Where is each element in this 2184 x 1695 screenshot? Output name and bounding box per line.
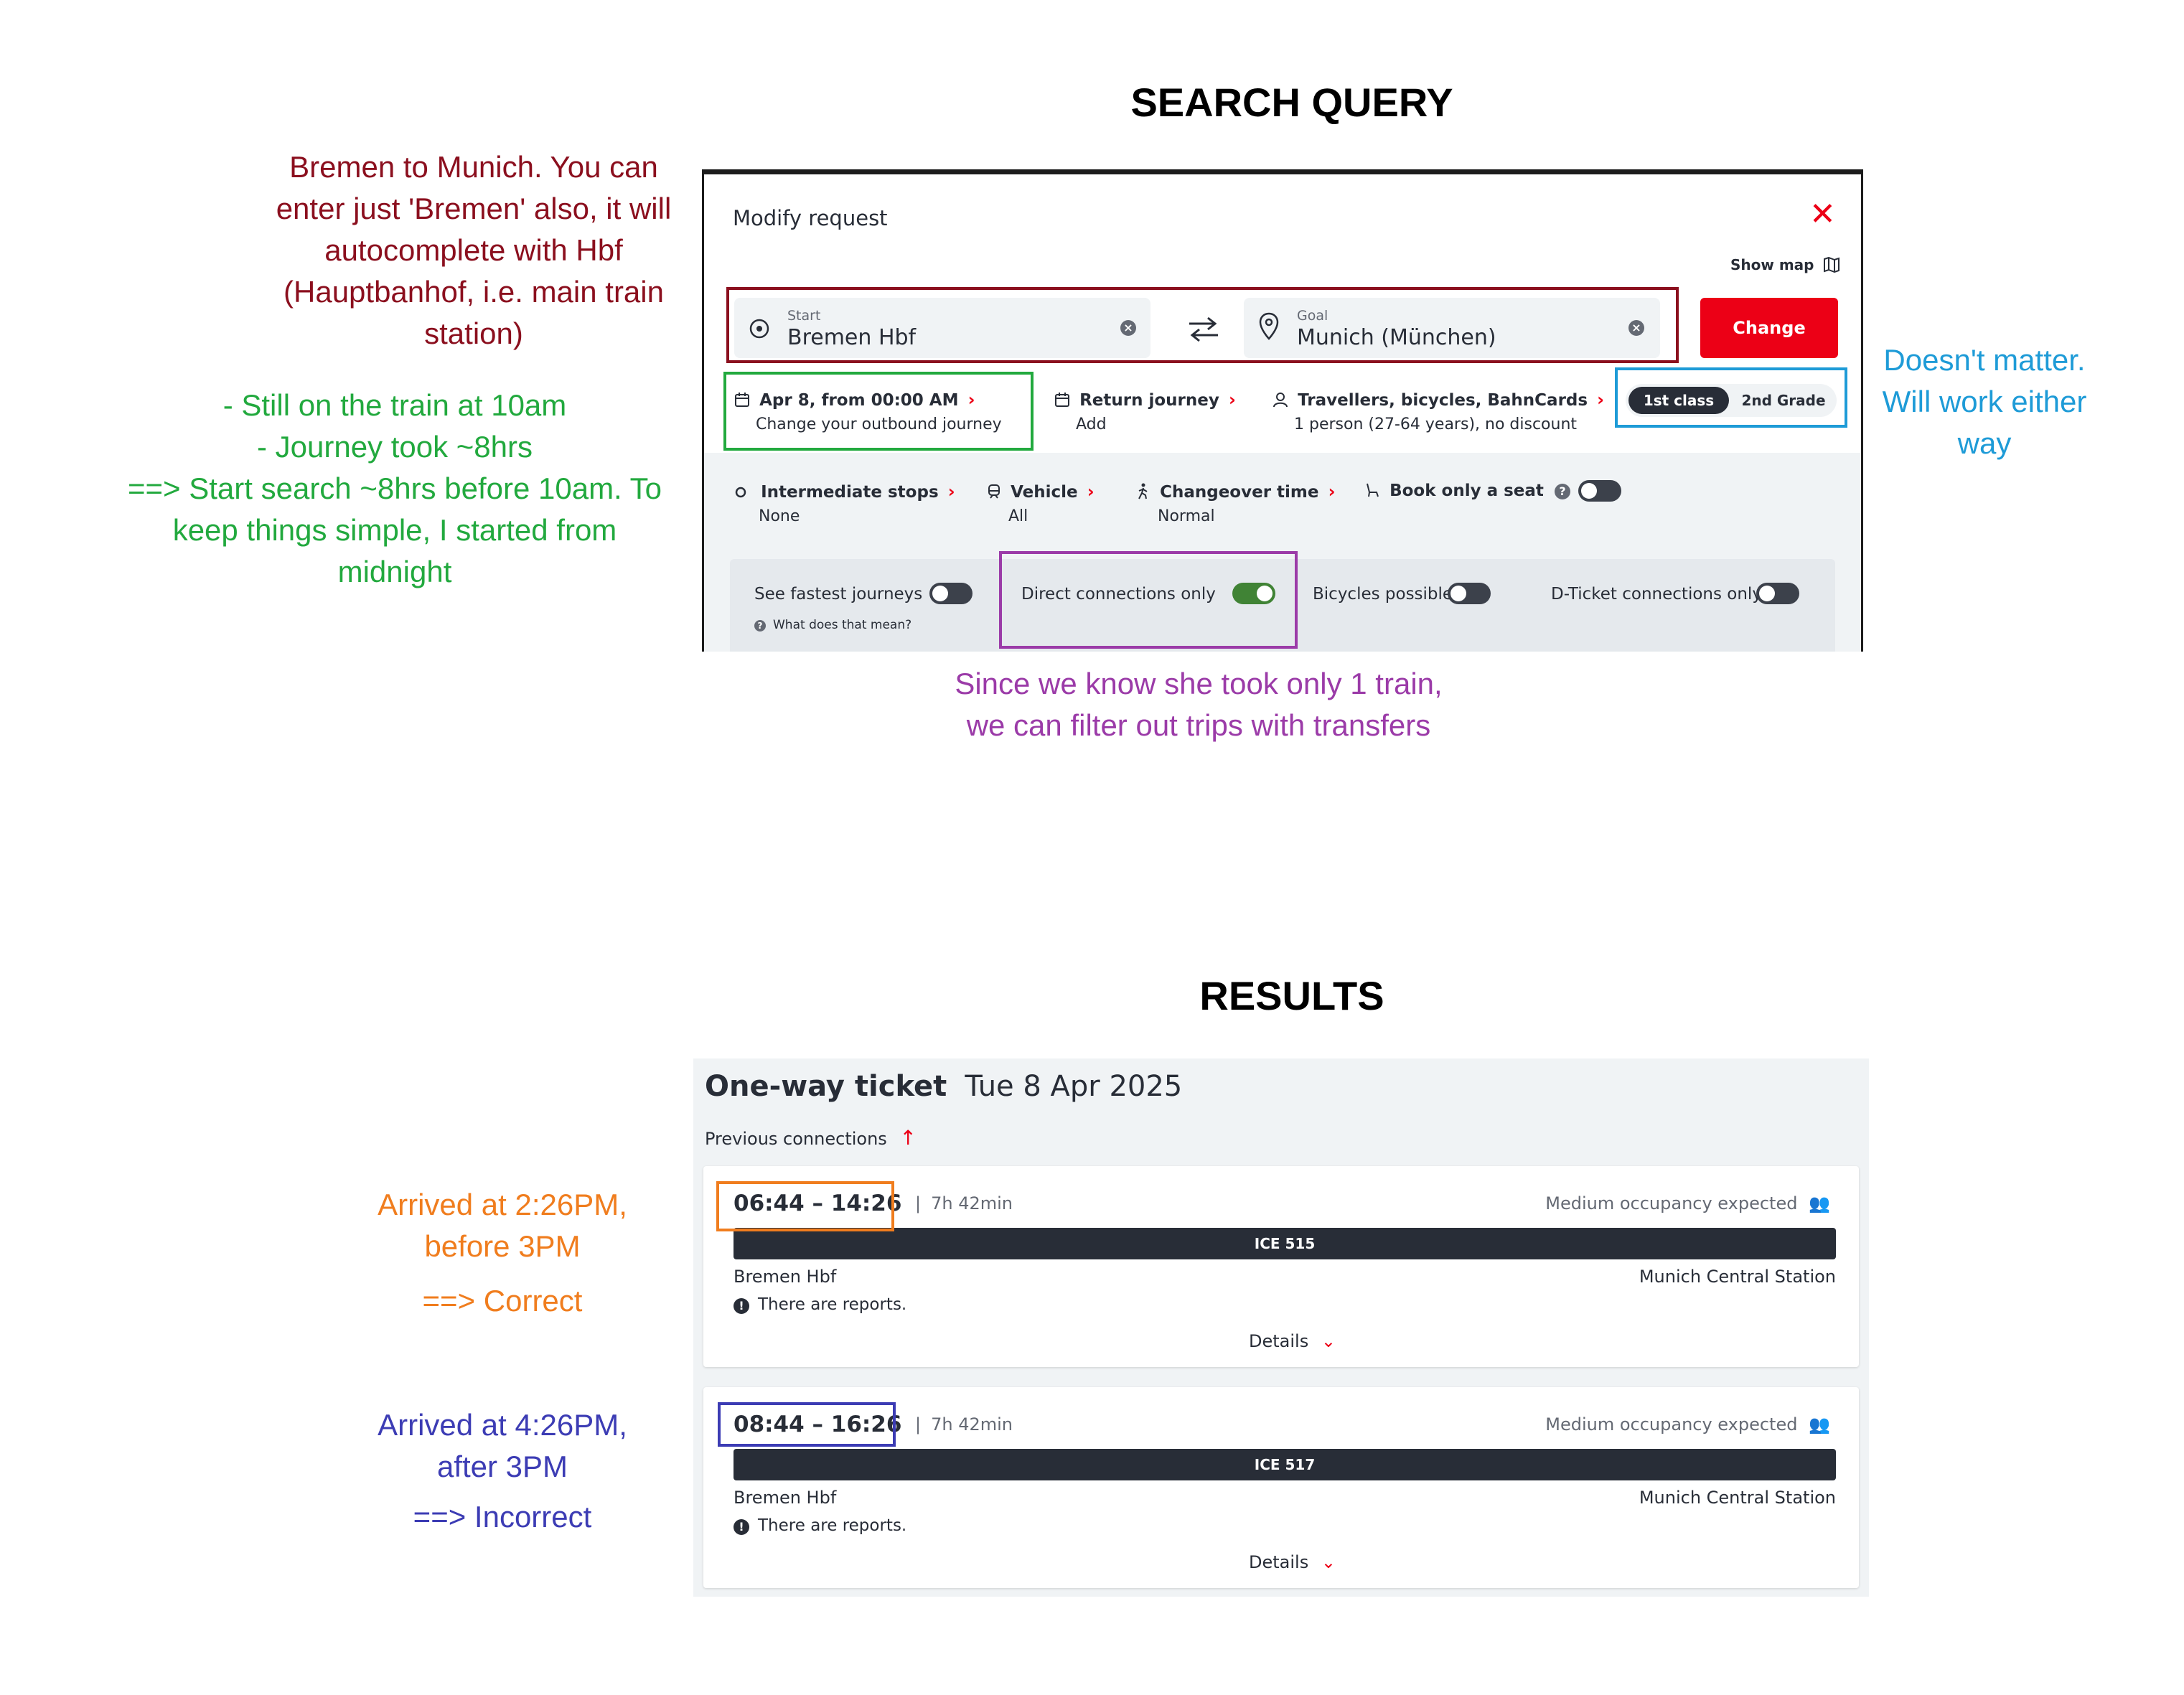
help-text: What does that mean? <box>773 618 912 632</box>
stops-sub: None <box>759 507 800 525</box>
destination-station: Munich Central Station <box>1639 1488 1836 1508</box>
separator: | <box>915 1193 922 1213</box>
result2-highlight-frame <box>718 1402 896 1447</box>
book-seat-toggle[interactable] <box>1578 480 1621 502</box>
previous-connections-label: Previous connections <box>705 1129 887 1149</box>
details-label: Details <box>1249 1331 1309 1351</box>
occupancy-icon: 👥 <box>1809 1414 1830 1435</box>
return-journey-picker[interactable]: Return journey › Add <box>1054 390 1236 433</box>
direct-annotation: Since we know she took only 1 train, we c… <box>955 667 1443 742</box>
show-map-link[interactable]: Show map <box>1730 256 1840 273</box>
change-button[interactable]: Change <box>1700 298 1838 358</box>
vehicle-title: Vehicle <box>1011 483 1078 502</box>
arrow-up-icon: ↑ <box>899 1126 917 1150</box>
class-annotation: Doesn't matter. Will work either way <box>1882 343 2087 460</box>
time-annotation: - Still on the train at 10am - Journey to… <box>127 388 662 588</box>
results-heading: RESULTS <box>1199 973 1384 1018</box>
bicycles-label: Bicycles possible <box>1313 585 1453 604</box>
details-toggle[interactable]: Details ⌄ <box>1249 1331 1336 1351</box>
previous-connections-link[interactable]: Previous connections ↑ <box>705 1126 917 1150</box>
walking-icon <box>1138 483 1148 499</box>
reports-notice: ! There are reports. <box>734 1516 906 1535</box>
chevron-right-icon: › <box>947 482 955 502</box>
travellers-sub: 1 person (27-64 years), no discount <box>1294 415 1578 433</box>
dticket-toggle[interactable] <box>1756 583 1799 604</box>
changeover-time-option[interactable]: Changeover time › Normal <box>1136 482 1335 525</box>
person-icon <box>1273 393 1288 408</box>
occupancy: Medium occupancy expected 👥 <box>1545 1193 1830 1213</box>
vehicle-option[interactable]: Vehicle › All <box>987 482 1095 525</box>
book-seat-option[interactable]: Book only a seat ? <box>1364 482 1571 500</box>
changeover-sub: Normal <box>1158 507 1215 525</box>
details-label: Details <box>1249 1552 1309 1572</box>
intermediate-stops-option[interactable]: Intermediate stops › None <box>734 482 955 525</box>
ticket-date: Tue 8 Apr 2025 <box>965 1070 1183 1103</box>
result1-annotation: Arrived at 2:26PM, before 3PM ==> Correct <box>378 1188 627 1318</box>
return-sub: Add <box>1076 415 1107 433</box>
dticket-label: D-Ticket connections only <box>1551 585 1762 604</box>
date-highlight-frame <box>723 372 1034 451</box>
results-header: One-way ticket Tue 8 Apr 2025 <box>705 1070 1182 1103</box>
result2-annotation: Arrived at 4:26PM, after 3PM ==> Incorrect <box>378 1408 627 1534</box>
occupancy-icon: 👥 <box>1809 1193 1830 1213</box>
what-does-that-mean-link[interactable]: ? What does that mean? <box>754 618 911 632</box>
details-toggle[interactable]: Details ⌄ <box>1249 1552 1336 1572</box>
reports-notice: ! There are reports. <box>734 1295 906 1314</box>
alert-icon: ! <box>734 1298 749 1314</box>
travellers-title: Travellers, bicycles, BahnCards <box>1298 391 1588 410</box>
origin-station: Bremen Hbf <box>734 1488 837 1508</box>
fastest-label: See fastest journeys <box>754 585 923 604</box>
occupancy: Medium occupancy expected 👥 <box>1545 1414 1830 1435</box>
results-panel: One-way ticket Tue 8 Apr 2025 Previous c… <box>693 1058 1869 1597</box>
chevron-right-icon: › <box>1087 482 1095 502</box>
changeover-title: Changeover time <box>1160 483 1319 502</box>
return-title: Return journey <box>1079 391 1219 410</box>
train-icon <box>988 484 1000 499</box>
route-highlight-frame <box>726 287 1679 363</box>
direct-highlight-frame <box>999 551 1298 649</box>
ticket-type: One-way ticket <box>705 1070 947 1103</box>
show-map-label: Show map <box>1730 256 1814 273</box>
alert-icon: ! <box>734 1519 749 1535</box>
calendar-icon <box>1055 393 1069 407</box>
chevron-right-icon: › <box>1597 390 1605 410</box>
train-bar[interactable]: ICE 517 <box>734 1449 1836 1480</box>
chevron-down-icon: ⌄ <box>1321 1552 1336 1572</box>
stops-title: Intermediate stops <box>761 483 939 502</box>
origin-station: Bremen Hbf <box>734 1267 837 1287</box>
map-icon <box>1824 256 1840 273</box>
close-icon[interactable]: ✕ <box>1809 199 1836 230</box>
seat-icon <box>1367 483 1379 497</box>
search-query-heading: SEARCH QUERY <box>1130 80 1453 125</box>
seat-title: Book only a seat <box>1389 482 1544 500</box>
separator: | <box>915 1414 922 1435</box>
travellers-picker[interactable]: Travellers, bicycles, BahnCards › 1 pers… <box>1273 390 1604 433</box>
connection-duration: | 7h 42min <box>915 1193 1013 1213</box>
chevron-down-icon: ⌄ <box>1321 1331 1336 1351</box>
route-annotation: Bremen to Munich. You can enter just 'Bre… <box>276 150 672 350</box>
bicycles-toggle[interactable] <box>1448 583 1491 604</box>
result1-highlight-frame <box>716 1181 894 1231</box>
train-bar[interactable]: ICE 515 <box>734 1228 1836 1259</box>
destination-station: Munich Central Station <box>1639 1267 1836 1287</box>
help-icon[interactable]: ? <box>1555 484 1571 499</box>
help-icon: ? <box>754 620 766 631</box>
chevron-right-icon: › <box>1328 482 1336 502</box>
dialog-title: Modify request <box>733 206 888 230</box>
connection-duration: | 7h 42min <box>915 1414 1013 1435</box>
vehicle-sub: All <box>1008 507 1028 525</box>
chevron-right-icon: › <box>1228 390 1236 410</box>
fastest-toggle[interactable] <box>929 583 973 604</box>
stop-circle-icon <box>735 487 746 498</box>
class-highlight-frame <box>1615 367 1847 428</box>
